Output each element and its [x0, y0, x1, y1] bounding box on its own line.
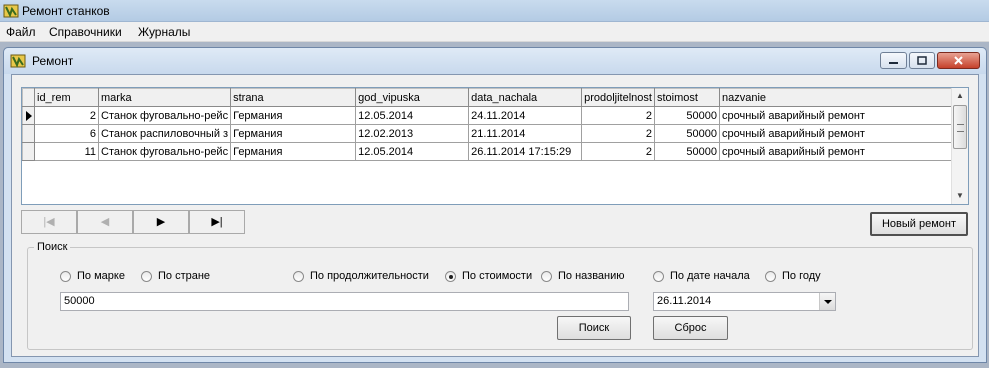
radio-label: По названию	[558, 270, 625, 282]
app-title: Ремонт станков	[22, 4, 110, 18]
table-cell[interactable]: срочный аварийный ремонт	[718, 142, 965, 161]
radio-label: По продолжительности	[310, 270, 429, 282]
radio-circle	[293, 271, 304, 282]
menu-file[interactable]: Файл	[6, 25, 36, 39]
row-indicator[interactable]	[22, 106, 35, 125]
close-button[interactable]	[937, 52, 980, 69]
radio-circle	[765, 271, 776, 282]
table-cell[interactable]: Станок фуговально-рейс	[97, 106, 232, 125]
radio-label: По дате начала	[670, 270, 750, 282]
radio-label: По году	[782, 270, 821, 282]
table-cell[interactable]: срочный аварийный ремонт	[718, 124, 965, 143]
radio-circle	[60, 271, 71, 282]
search-group: Поиск По марке По стране По продолжитель…	[27, 241, 973, 350]
table-cell[interactable]: 2	[34, 106, 99, 125]
menu-journals[interactable]: Журналы	[138, 25, 190, 39]
table-cell[interactable]: Станок распиловочный з	[97, 124, 232, 143]
start-date-combobox[interactable]: 26.11.2014	[653, 292, 836, 311]
search-button[interactable]: Поиск	[557, 316, 631, 340]
repair-window-titlebar[interactable]: Ремонт	[4, 48, 986, 74]
table-cell[interactable]: 12.05.2014	[355, 142, 470, 161]
row-indicator[interactable]	[22, 142, 35, 161]
table-cell[interactable]: Германия	[230, 142, 357, 161]
table-cell[interactable]: 6	[34, 124, 99, 143]
reset-button[interactable]: Сброс	[653, 316, 728, 340]
nav-last-button[interactable]: ▶|	[189, 210, 245, 234]
minimize-icon	[889, 62, 898, 64]
column-header[interactable]: nazvanie	[718, 88, 965, 107]
radio-circle	[445, 271, 456, 282]
table-row[interactable]: 2 Станок фуговально-рейс Германия 12.05.201…	[22, 106, 965, 125]
column-header[interactable]: marka	[97, 88, 232, 107]
dropdown-arrow-icon[interactable]	[819, 293, 835, 310]
new-repair-button[interactable]: Новый ремонт	[870, 212, 968, 236]
repair-data-grid[interactable]: id_rem marka strana god_vipuska data_nac…	[21, 87, 969, 205]
column-header[interactable]: god_vipuska	[355, 88, 470, 107]
table-cell[interactable]: 2	[581, 106, 655, 125]
table-cell[interactable]: 21.11.2014	[468, 124, 583, 143]
menu-references[interactable]: Справочники	[49, 25, 122, 39]
close-icon	[954, 56, 963, 65]
radio-label: По стране	[158, 270, 211, 282]
nav-next-button[interactable]: ▶	[133, 210, 189, 234]
current-row-arrow-icon	[26, 111, 32, 121]
radio-circle	[541, 271, 552, 282]
table-cell[interactable]: Станок фуговально-рейс	[97, 142, 232, 161]
table-cell[interactable]: 50000	[653, 124, 720, 143]
grid-header-row: id_rem marka strana god_vipuska data_nac…	[22, 88, 965, 107]
table-cell[interactable]: Германия	[230, 106, 357, 125]
table-row[interactable]: 6 Станок распиловочный з Германия 12.02.201…	[22, 124, 965, 143]
repair-form: id_rem marka strana god_vipuska data_nac…	[11, 74, 979, 357]
table-cell[interactable]: 2	[581, 124, 655, 143]
start-date-value: 26.11.2014	[657, 295, 712, 307]
table-cell[interactable]: 2	[581, 142, 655, 161]
grid-vertical-scrollbar[interactable]: ▲ ▼	[951, 88, 968, 204]
scroll-thumb[interactable]	[953, 105, 967, 149]
table-cell[interactable]: Германия	[230, 124, 357, 143]
column-header[interactable]: prodoljitelnost	[581, 88, 655, 107]
nav-first-button[interactable]: |◀	[21, 210, 77, 234]
restore-button[interactable]	[909, 52, 935, 69]
app-titlebar: Ремонт станков	[0, 0, 989, 22]
row-indicator[interactable]	[22, 124, 35, 143]
table-row[interactable]: 11 Станок фуговально-рейс Германия 12.05.20…	[22, 142, 965, 161]
table-cell[interactable]: срочный аварийный ремонт	[718, 106, 965, 125]
nav-prior-button[interactable]: ◀	[77, 210, 133, 234]
mdi-client-area: Ремонт id_rem marka strana god_vipuska d…	[0, 42, 989, 368]
minimize-button[interactable]	[880, 52, 907, 69]
table-cell[interactable]: 24.11.2014	[468, 106, 583, 125]
search-group-legend: Поиск	[34, 241, 71, 253]
radio-label: По марке	[77, 270, 125, 282]
repair-window: Ремонт id_rem marka strana god_vipuska d…	[3, 47, 987, 363]
grid-indicator-header	[22, 88, 35, 107]
table-cell[interactable]: 50000	[653, 106, 720, 125]
menu-bar: Файл Справочники Журналы	[0, 22, 989, 42]
repair-table: id_rem marka strana god_vipuska data_nac…	[22, 88, 965, 161]
table-cell[interactable]: 11	[34, 142, 99, 161]
column-header[interactable]: id_rem	[34, 88, 99, 107]
repair-window-title: Ремонт	[32, 54, 74, 68]
radio-label: По стоимости	[462, 270, 533, 282]
table-cell[interactable]: 26.11.2014 17:15:29	[468, 142, 583, 161]
table-cell[interactable]: 12.05.2014	[355, 106, 470, 125]
table-cell[interactable]: 50000	[653, 142, 720, 161]
column-header[interactable]: data_nachala	[468, 88, 583, 107]
db-navigator: |◀ ◀ ▶ ▶|	[21, 210, 245, 234]
column-header[interactable]: strana	[230, 88, 357, 107]
radio-circle	[653, 271, 664, 282]
restore-icon	[917, 56, 927, 65]
scroll-down-arrow-icon[interactable]: ▼	[952, 188, 968, 204]
search-text-input[interactable]: 50000	[60, 292, 629, 311]
table-cell[interactable]: 12.02.2013	[355, 124, 470, 143]
app-icon	[3, 4, 19, 18]
window-icon	[10, 54, 26, 68]
column-header[interactable]: stoimost	[653, 88, 720, 107]
radio-circle	[141, 271, 152, 282]
scroll-up-arrow-icon[interactable]: ▲	[952, 88, 968, 104]
